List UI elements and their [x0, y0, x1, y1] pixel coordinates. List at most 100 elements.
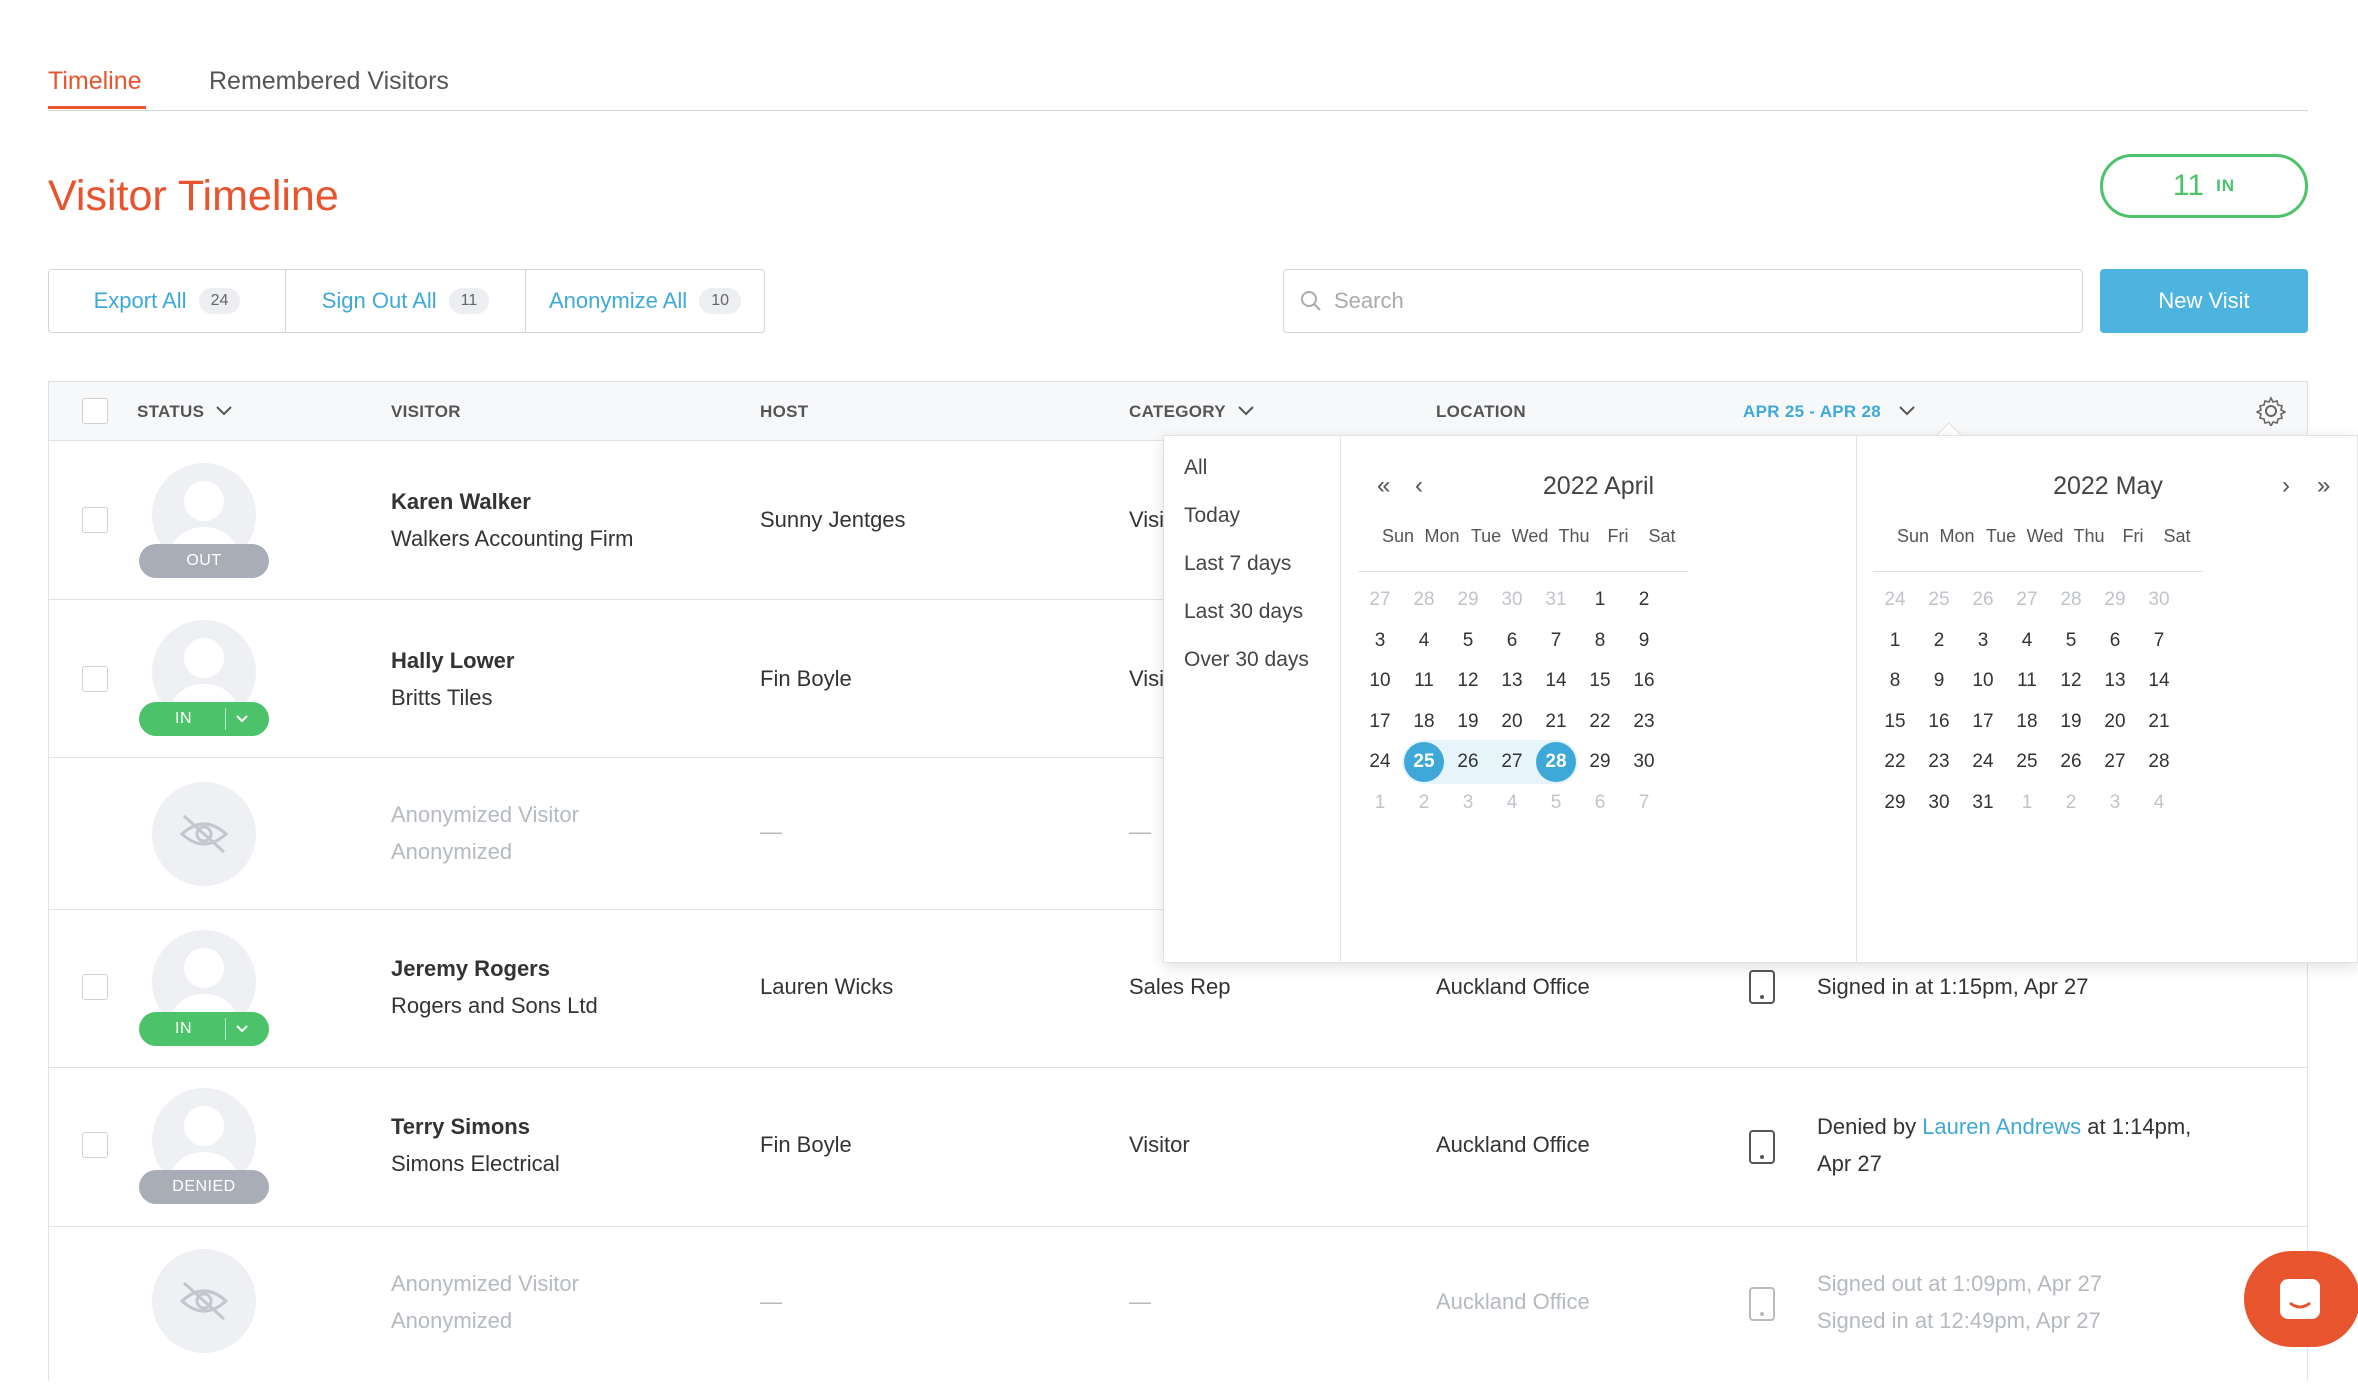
eye-off-icon	[179, 1281, 229, 1321]
preset-today[interactable]: Today	[1184, 504, 1240, 528]
new-visit-button[interactable]: New Visit	[2100, 269, 2308, 333]
chevron-down-icon	[236, 715, 248, 723]
table-row[interactable]: DENIED Terry Simons Simons Electrical Fi…	[49, 1068, 2307, 1227]
host-cell: —	[760, 1289, 782, 1314]
calendar-day[interactable]: 30	[2126, 580, 2192, 620]
status-badge[interactable]: OUT	[139, 544, 269, 578]
status-dropdown[interactable]: IN	[139, 1012, 269, 1046]
activity-cell: Signed in at 1:15pm, Apr 27	[1817, 974, 2089, 999]
date-presets: All Today Last 7 days Last 30 days Over …	[1164, 436, 1341, 962]
status-header-label: STATUS	[137, 402, 205, 421]
status-badge: IN	[175, 710, 192, 727]
search-input[interactable]: Search	[1283, 269, 2083, 333]
calendar-day[interactable]: 23	[1611, 702, 1677, 742]
tab-divider	[48, 110, 2308, 111]
chevron-down-icon	[236, 1025, 248, 1033]
in-count: 11	[2172, 169, 2205, 202]
visitor-company: Simons Electrical	[391, 1151, 560, 1176]
date-range-picker: All Today Last 7 days Last 30 days Over …	[1163, 435, 2358, 963]
category-column-header[interactable]: CATEGORY	[1129, 402, 1255, 422]
weekday-divider	[1358, 571, 1688, 572]
visitor-company: Anonymized	[391, 839, 513, 864]
calendar-day[interactable]: 7	[2126, 621, 2192, 661]
activity-cell: Signed out at 1:09pm, Apr 27	[1817, 1271, 2102, 1296]
avatar	[152, 1249, 256, 1353]
category-header-label: CATEGORY	[1129, 402, 1226, 421]
weekday-label: Sat	[2163, 526, 2191, 546]
next-month-button[interactable]: ›	[2282, 472, 2290, 500]
row-checkbox[interactable]	[82, 974, 108, 1000]
next-year-button[interactable]: »	[2317, 472, 2330, 500]
calendar-day[interactable]: 14	[2126, 661, 2192, 701]
host-cell: Lauren Wicks	[760, 974, 894, 999]
status-badge[interactable]: DENIED	[139, 1170, 269, 1204]
calendar-day[interactable]: 7	[1611, 783, 1677, 823]
location-cell: Auckland Office	[1436, 974, 1590, 999]
category-cell: —	[1129, 819, 1151, 844]
export-all-count: 24	[198, 288, 241, 314]
host-cell: Fin Boyle	[760, 666, 852, 691]
calendar-day[interactable]: 4	[2126, 783, 2192, 823]
preset-over-30-days[interactable]: Over 30 days	[1184, 648, 1309, 672]
calendar-day[interactable]: 30	[1611, 742, 1677, 782]
anonymize-all-button[interactable]: Anonymize All 10	[526, 270, 764, 332]
select-all-checkbox[interactable]	[82, 398, 108, 424]
host-cell: Fin Boyle	[760, 1132, 852, 1157]
chevron-down-icon	[216, 406, 233, 416]
calendar-day[interactable]: 9	[1611, 621, 1677, 661]
host-cell: Sunny Jentges	[760, 507, 906, 532]
chevron-down-icon	[1237, 406, 1254, 416]
calendar-day[interactable]: 2	[1611, 580, 1677, 620]
status-dropdown[interactable]: IN	[139, 702, 269, 736]
chat-icon	[2280, 1279, 2320, 1319]
activity-line2: Apr 27	[1817, 1151, 1882, 1176]
calendar-day[interactable]: 16	[1611, 661, 1677, 701]
date-range-filter[interactable]: APR 25 - APR 28	[1743, 402, 1916, 422]
activity-suffix: at 1:14pm,	[2081, 1114, 2192, 1139]
anonymize-all-label: Anonymize All	[549, 288, 688, 313]
tab-remembered-visitors[interactable]: Remembered Visitors	[209, 64, 449, 98]
visitor-name[interactable]: Hally Lower	[391, 648, 514, 674]
gear-icon[interactable]	[2256, 396, 2286, 426]
tab-timeline[interactable]: Timeline	[48, 64, 142, 98]
in-label: IN	[2216, 176, 2236, 195]
host-link[interactable]: Lauren Andrews	[1922, 1114, 2081, 1139]
bulk-actions: Export All 24 Sign Out All 11 Anonymize Al…	[48, 269, 765, 333]
visitor-name[interactable]: Jeremy Rogers	[391, 956, 550, 982]
table-header: STATUS VISITOR HOST CATEGORY LOCATION AP…	[49, 381, 2307, 441]
location-column-header: LOCATION	[1436, 402, 1526, 421]
preset-last-30-days[interactable]: Last 30 days	[1184, 600, 1303, 624]
search-placeholder: Search	[1334, 288, 1404, 313]
preset-all[interactable]: All	[1184, 456, 1207, 480]
active-tab-indicator	[48, 106, 146, 109]
anonymize-all-count: 10	[699, 288, 741, 314]
row-checkbox[interactable]	[82, 666, 108, 692]
avatar	[152, 782, 256, 886]
activity-prefix: Denied by	[1817, 1114, 1923, 1139]
preset-last-7-days[interactable]: Last 7 days	[1184, 552, 1291, 576]
chat-launcher-button[interactable]	[2244, 1251, 2358, 1347]
calendar-day[interactable]: 21	[2126, 702, 2192, 742]
location-cell: Auckland Office	[1436, 1132, 1590, 1157]
host-cell: —	[760, 819, 782, 844]
status-column-header[interactable]: STATUS	[137, 402, 233, 422]
row-checkbox[interactable]	[82, 1132, 108, 1158]
category-cell: Visitor	[1129, 1132, 1190, 1157]
export-all-button[interactable]: Export All 24	[49, 270, 286, 332]
sign-out-all-button[interactable]: Sign Out All 11	[286, 270, 526, 332]
in-count-badge[interactable]: 11 IN	[2100, 154, 2308, 218]
category-cell: Sales Rep	[1129, 974, 1231, 999]
host-column-header: HOST	[760, 402, 809, 421]
page-title: Visitor Timeline	[48, 172, 339, 220]
visitor-name[interactable]: Karen Walker	[391, 489, 531, 515]
visitor-name: Anonymized Visitor	[391, 802, 579, 827]
status-badge: IN	[175, 1020, 192, 1037]
visitor-name[interactable]: Terry Simons	[391, 1114, 530, 1140]
visitor-company: Britts Tiles	[391, 685, 493, 710]
row-checkbox[interactable]	[82, 507, 108, 533]
tablet-icon	[1749, 1287, 1775, 1321]
month-title: 2022 April	[1542, 472, 1655, 500]
table-row[interactable]: Anonymized Visitor Anonymized — — Auckla…	[49, 1227, 2307, 1387]
calendar-day[interactable]: 28	[2126, 742, 2192, 782]
weekday-divider	[1873, 571, 2203, 572]
